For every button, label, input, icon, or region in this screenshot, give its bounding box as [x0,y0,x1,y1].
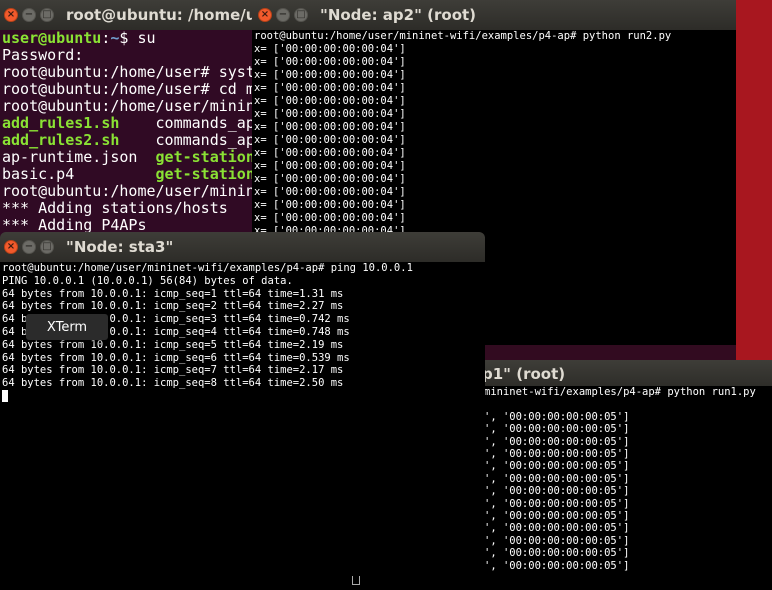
terminal-line: x= ['00:00:00:00:00:04'] [254,82,406,94]
terminal-text: user@ubuntu [2,30,102,47]
terminal-line: mininet-wifi/examples/p4-ap# python run1… [484,386,756,398]
terminal-line: root@ubuntu:/home/user# syst [2,64,258,81]
terminal-line: x= ['00:00:00:00:00:04'] [254,134,406,146]
terminal-line: ', '00:00:00:00:00:05'] [484,485,630,498]
terminal-output[interactable]: root@ubuntu:/home/user/mininet-wifi/exam… [0,262,485,590]
terminal-line: ', '00:00:00:00:00:05'] [484,522,630,535]
xterm-tooltip: XTerm [26,314,108,340]
sta3-terminal-window[interactable]: × − □ "Node: sta3" root@ubuntu:/home/use… [0,232,485,590]
terminal-line: ap-runtime.json get-station [2,149,258,166]
terminal-line: root@ubuntu:/home/user/minin [2,98,258,115]
terminal-text: root@ubuntu:/home/user# syst [2,63,255,81]
terminal-line: *** Adding stations/hosts [2,200,258,217]
terminal-text: root@ubuntu:/home/user/minine [2,182,260,200]
terminal-line: ', '00:00:00:00:00:05'] [484,435,630,448]
terminal-text: $ su [119,30,156,47]
terminal-line: root@ubuntu:/home/user# cd m [2,81,258,98]
terminal-line: ', '00:00:00:00:00:05'] [484,448,630,461]
terminal-line: 64 bytes from 10.0.0.1: icmp_seq=5 ttl=6… [2,338,344,351]
terminal-text: *** Adding stations/hosts [2,199,228,217]
terminal-line: ', '00:00:00:00:00:05'] [484,423,630,436]
terminal-line: x= ['00:00:00:00:00:04'] [254,56,406,68]
terminal-text: get-station [155,148,255,166]
sta3-terminal-titlebar[interactable]: × − □ "Node: sta3" [0,232,485,262]
terminal-line: Password: [2,47,258,64]
terminal-line: root@ubuntu:/home/user/mininet-wifi/exam… [254,30,672,42]
maximize-icon[interactable]: □ [40,8,54,22]
terminal-line: 64 bytes from 10.0.0.1: icmp_seq=6 ttl=6… [2,351,350,364]
terminal-text: get-station [155,165,255,183]
desktop-accent [736,0,772,360]
terminal-line: x= ['00:00:00:00:00:04'] [254,199,406,211]
minimize-icon[interactable]: − [276,8,290,22]
terminal-line: 64 bytes from 10.0.0.1: icmp_seq=7 ttl=6… [2,364,344,377]
minimize-icon[interactable]: − [22,8,36,22]
maximize-icon[interactable]: □ [40,240,54,254]
terminal-line: x= ['00:00:00:00:00:04'] [254,186,406,198]
terminal-text: commands_ap [119,114,255,132]
terminal-line: 64 bytes from 10.0.0.1: icmp_seq=1 ttl=6… [2,287,344,300]
terminal-line: user@ubuntu:~$ su [2,30,258,47]
terminal-text: ap-runtime.json [2,148,156,166]
ubuntu-terminal-titlebar[interactable]: × − □ root@ubuntu: /home/use [0,0,260,30]
block-cursor [2,389,8,402]
text-cursor-icon [352,576,360,585]
terminal-text: commands_ap [119,131,255,149]
terminal-line: x= ['00:00:00:00:00:04'] [254,43,406,55]
terminal-line: root@ubuntu:/home/user/mininet-wifi/exam… [2,262,413,274]
terminal-line: PING 10.0.0.1 (10.0.0.1) 56(84) bytes of… [2,274,293,287]
terminal-output[interactable]: user@ubuntu:~$ su Password: root@ubuntu:/h… [0,30,260,240]
minimize-icon[interactable]: − [22,240,36,254]
terminal-text: root@ubuntu:/home/user/minin [2,97,255,115]
window-title: root@ubuntu: /home/use [66,6,260,24]
terminal-line: ', '00:00:00:00:00:05'] [484,547,630,560]
terminal-line: ', '00:00:00:00:00:05'] [484,559,630,572]
terminal-line: root@ubuntu:/home/user/minine [2,182,260,200]
close-icon[interactable]: × [258,8,272,22]
window-title: p1" (root) [482,365,566,383]
ubuntu-terminal-window[interactable]: × − □ root@ubuntu: /home/use user@ubuntu… [0,0,260,240]
terminal-line: x= ['00:00:00:00:00:04'] [254,160,406,172]
maximize-icon[interactable]: □ [294,8,308,22]
terminal-line: 64 bytes from 10.0.0.1: icmp_seq=8 ttl=6… [2,377,344,390]
close-icon[interactable]: × [4,8,18,22]
terminal-line: ', '00:00:00:00:00:05'] [484,460,630,473]
terminal-line: 64 bytes from 10.0.0.1: icmp_seq=2 ttl=6… [2,300,344,313]
terminal-line: x= ['00:00:00:00:00:04'] [254,147,406,159]
terminal-text: add_rules2.sh [2,131,120,149]
terminal-line: x= ['00:00:00:00:00:04'] [254,108,406,120]
terminal-line: ', '00:00:00:00:00:05'] [484,472,630,485]
ap2-terminal-titlebar[interactable]: × − □ "Node: ap2" (root) [252,0,736,30]
terminal-line: x= ['00:00:00:00:00:04'] [254,95,406,107]
terminal-line: add_rules2.sh commands_ap [2,132,258,149]
terminal-line: x= ['00:00:00:00:00:04'] [254,212,406,224]
terminal-text: root@ubuntu:/home/user# cd m [2,80,255,98]
terminal-line: ', '00:00:00:00:00:05'] [484,510,630,523]
window-title: "Node: sta3" [66,238,174,256]
terminal-text: Password: [2,46,84,64]
terminal-line: x= ['00:00:00:00:00:04'] [254,173,406,185]
terminal-text: basic.p4 [2,165,156,183]
terminal-text: add_rules1.sh [2,114,120,132]
terminal-line: ', '00:00:00:00:00:05'] [484,534,630,547]
terminal-cursor-line [2,389,483,403]
close-icon[interactable]: × [4,240,18,254]
terminal-line: basic.p4 get-station [2,166,258,183]
terminal-line: add_rules1.sh commands_ap [2,115,258,132]
window-title: "Node: ap2" (root) [320,6,477,24]
terminal-line: x= ['00:00:00:00:00:04'] [254,121,406,133]
terminal-line: ', '00:00:00:00:00:05'] [484,497,630,510]
terminal-line: ', '00:00:00:00:00:05'] [484,410,630,423]
terminal-line: x= ['00:00:00:00:00:04'] [254,69,406,81]
